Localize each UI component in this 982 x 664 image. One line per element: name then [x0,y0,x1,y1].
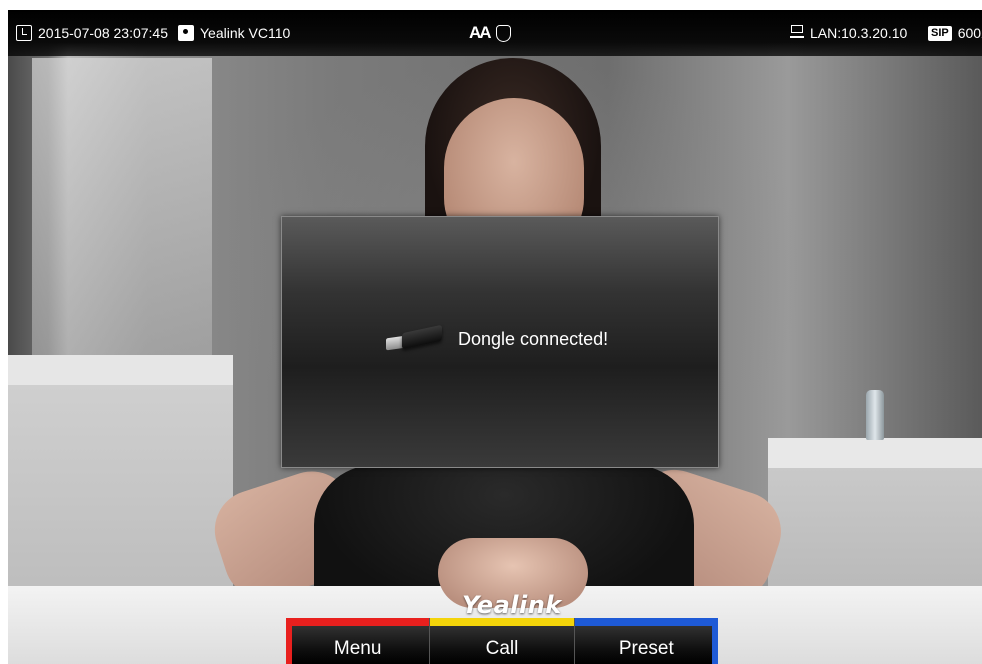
sip-badge: SIP [928,25,952,41]
dialog-message: Dongle connected! [458,328,609,349]
device-item: Yealink VC110 [178,25,290,41]
yealink-logo: Yealink [462,591,562,619]
call-softkey[interactable]: Call [430,618,575,664]
background-shelf-left [8,355,233,595]
yellow-key-indicator [430,618,574,626]
center-icons: AA [469,23,511,43]
network-icon [790,25,804,41]
font-size-icon: AA [469,23,492,42]
menu-softkey[interactable]: Menu [286,618,431,664]
softkey-bar: Menu Call Preset [286,618,718,664]
red-key-indicator [286,618,430,626]
device-icon [178,25,194,41]
background-shelf-right [768,438,982,608]
datetime-text: 2015-07-08 23:07:45 [38,25,168,41]
status-bar: 2015-07-08 23:07:45 Yealink VC110 AA LAN… [8,10,982,56]
usb-dongle-icon [386,324,444,353]
device-name: Yealink VC110 [200,25,291,41]
dialog-body: Dongle connected! [386,324,609,353]
menu-softkey-label: Menu [333,638,382,659]
blue-key-indicator [574,618,718,626]
background-window [32,58,212,358]
background-bottle [866,390,884,440]
call-softkey-label: Call [485,638,519,659]
datetime-item: 2015-07-08 23:07:45 [16,25,168,41]
preset-softkey-label: Preset [618,638,674,659]
sip-item: SIP 6002 [928,25,982,41]
security-icon [495,24,511,42]
preset-softkey[interactable]: Preset [574,618,718,664]
red-key-edge [286,618,292,664]
sip-account: 6002 [957,25,982,41]
network-text: LAN:10.3.20.10 [810,25,908,41]
dongle-dialog: Dongle connected! [281,216,719,468]
video-screen: 2015-07-08 23:07:45 Yealink VC110 AA LAN… [8,10,982,664]
blue-key-edge [711,618,718,664]
network-item: LAN:10.3.20.10 [790,25,907,41]
clock-icon [16,25,32,41]
